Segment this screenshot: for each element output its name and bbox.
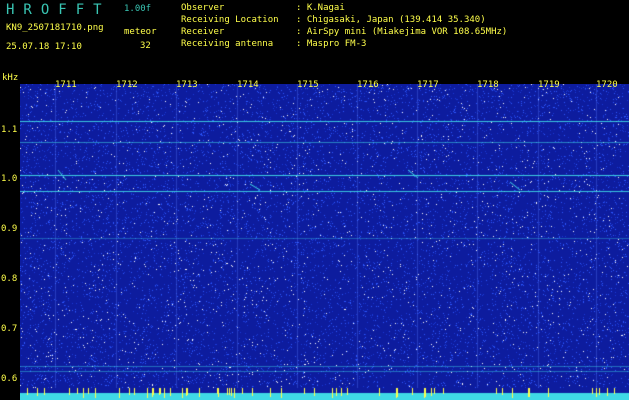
freq-tick-1-0: 1.0 (1, 174, 18, 184)
freq-tick-0-8: 0.8 (1, 274, 18, 284)
time-tick-1711: 1711 (55, 80, 77, 90)
freq-tick-0-6: 0.6 (1, 374, 18, 384)
freq-unit-label: kHz (2, 73, 19, 83)
spectrogram-canvas (20, 84, 629, 400)
antenna-key: Receiving antenna (181, 39, 274, 49)
time-tick-1713: 1713 (176, 80, 198, 90)
hrofft-window: HROFFT 1.00f KN9_2507181710.png 25.07.18… (0, 0, 629, 400)
antenna-value: : Maspro FM-3 (296, 39, 367, 49)
version-label: 1.00f (124, 4, 152, 14)
time-tick-1719: 1719 (538, 80, 560, 90)
freq-tick-1-1: 1.1 (1, 125, 18, 135)
date-time: 25.07.18 17:10 (6, 42, 82, 52)
time-tick-1714: 1714 (237, 80, 259, 90)
freq-tick-0-9: 0.9 (1, 224, 18, 234)
file-name: KN9_2507181710.png (6, 23, 104, 33)
receiver-key: Receiver (181, 27, 225, 37)
time-tick-1717: 1717 (417, 80, 439, 90)
time-tick-1720: 1720 (596, 80, 618, 90)
freq-tick-0-7: 0.7 (1, 324, 18, 334)
receiver-value: : AirSpy mini (Miakejima VOR 108.65MHz) (296, 27, 508, 37)
time-tick-1716: 1716 (357, 80, 379, 90)
time-tick-1712: 1712 (116, 80, 138, 90)
time-tick-1718: 1718 (477, 80, 499, 90)
meteor-count: 32 (140, 41, 151, 51)
observer-value: : K.Nagai (296, 3, 345, 13)
meteor-label: meteor (124, 27, 157, 37)
location-value: : Chigasaki, Japan (139.414 35.340) (296, 15, 486, 25)
observer-key: Observer (181, 3, 225, 13)
time-tick-1715: 1715 (297, 80, 319, 90)
location-key: Receiving Location (181, 15, 279, 25)
app-title: HROFFT (6, 2, 111, 18)
